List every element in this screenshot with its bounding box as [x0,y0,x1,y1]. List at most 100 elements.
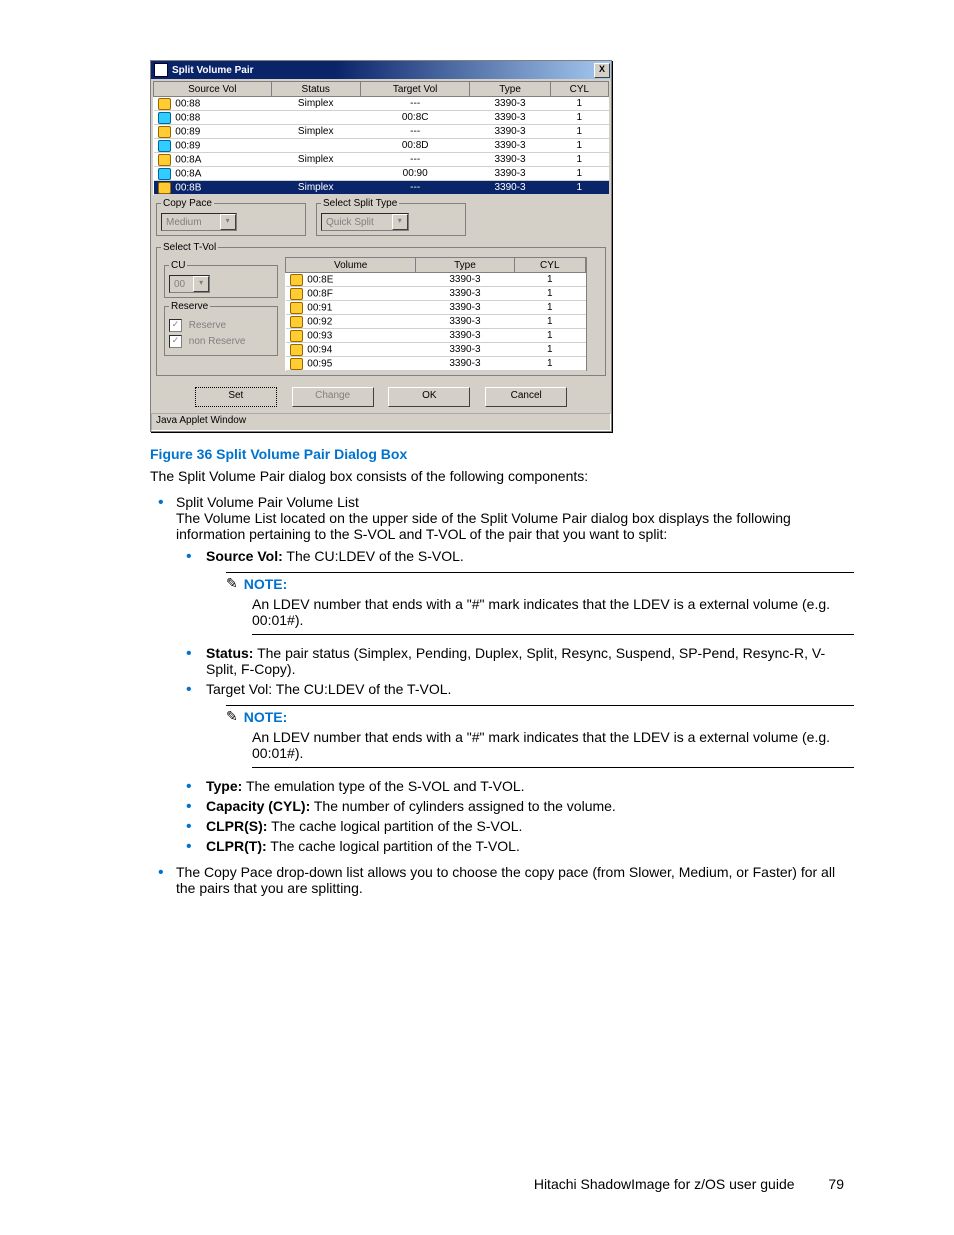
note-text: An LDEV number that ends with a "#" mark… [252,596,854,635]
nonreserve-checkbox[interactable]: ✓ non Reserve [169,335,273,348]
volume-icon [158,154,171,166]
field-text: Target Vol: The CU:LDEV of the T-VOL. [206,681,451,697]
table-row[interactable]: 00:8ASimplex---3390-31 [154,153,609,167]
figure-caption: Figure 36 Split Volume Pair Dialog Box [150,446,854,462]
column-header[interactable]: CYL [550,82,608,97]
table-row[interactable]: 00:8F3390-31 [286,287,586,301]
column-header[interactable]: Status [271,82,360,97]
table-row[interactable]: 00:88Simplex---3390-31 [154,97,609,111]
bullet-line: Split Volume Pair Volume List [176,494,359,510]
column-header[interactable]: Volume [286,258,416,273]
table-row[interactable]: 00:8BSimplex---3390-31 [154,181,609,195]
volume-icon [290,330,303,342]
dialog-title: Split Volume Pair [172,65,254,76]
field-label: Status: [206,645,253,661]
volume-icon [290,316,303,328]
bullet-line: The Volume List located on the upper sid… [176,510,791,542]
reserve-label: Reserve [189,320,226,331]
note-box: ✎ NOTE: An LDEV number that ends with a … [226,572,854,635]
reserve-group: Reserve ✓ Reserve ✓ non Reserve [164,301,278,356]
select-tvol-legend: Select T-Vol [161,242,218,253]
volume-pair-table[interactable]: Source VolStatusTarget VolTypeCYL 00:88S… [153,81,609,195]
column-header[interactable]: Type [416,258,514,273]
footer-text: Hitachi ShadowImage for z/OS user guide [534,1176,795,1192]
list-item: Target Vol: The CU:LDEV of the T-VOL. [202,681,854,697]
checkbox-icon: ✓ [169,319,182,332]
column-header[interactable]: CYL [514,258,585,273]
list-item: Split Volume Pair Volume List The Volume… [176,494,854,854]
copy-pace-legend: Copy Pace [161,198,214,209]
field-label: Source Vol: [206,548,283,564]
intro-text: The Split Volume Pair dialog box consist… [150,468,854,484]
copy-pace-dropdown[interactable]: Medium ▾ [161,213,237,231]
list-item: Capacity (CYL): The number of cylinders … [202,798,854,814]
change-button[interactable]: Change [292,387,374,407]
volume-icon [158,126,171,138]
note-icon: ✎ [226,575,238,592]
split-type-dropdown[interactable]: Quick Split ▾ [321,213,409,231]
page-footer: Hitachi ShadowImage for z/OS user guide … [150,1176,854,1192]
dialog-app-icon [154,63,168,77]
field-label: CLPR(S): [206,818,267,834]
volume-icon [290,344,303,356]
dialog-button-row: Set Change OK Cancel [153,379,609,411]
table-row[interactable]: 00:913390-31 [286,301,586,315]
reserve-checkbox[interactable]: ✓ Reserve [169,319,273,332]
volume-icon [158,112,171,124]
cu-value: 00 [174,279,185,290]
list-item: Status: The pair status (Simplex, Pendin… [202,645,854,677]
table-row[interactable]: 00:8900:8D3390-31 [154,139,609,153]
ok-button[interactable]: OK [388,387,470,407]
chevron-down-icon: ▾ [220,214,236,230]
page-number: 79 [828,1176,844,1192]
volume-icon [290,274,303,286]
cu-group: CU 00 ▾ [164,260,278,298]
column-header[interactable]: Type [470,82,550,97]
split-type-value: Quick Split [326,217,374,228]
volume-icon [290,302,303,314]
table-row[interactable]: 00:8E3390-31 [286,273,586,287]
cu-legend: CU [169,260,187,271]
table-row[interactable]: 00:943390-31 [286,343,586,357]
volume-icon [158,140,171,152]
bullet-line: The Copy Pace drop-down list allows you … [176,864,835,896]
split-type-group: Select Split Type Quick Split ▾ [316,198,466,236]
copy-pace-value: Medium [166,217,202,228]
column-header[interactable]: Target Vol [360,82,470,97]
note-icon: ✎ [226,708,238,725]
split-volume-pair-dialog: Split Volume Pair X Source VolStatusTarg… [150,60,612,432]
note-text: An LDEV number that ends with a "#" mark… [252,729,854,768]
statusbar: Java Applet Window [151,413,611,431]
chevron-down-icon: ▾ [193,276,209,292]
cu-dropdown[interactable]: 00 ▾ [169,275,210,293]
field-text: The pair status (Simplex, Pending, Duple… [206,645,825,677]
field-text: The cache logical partition of the S-VOL… [271,818,522,834]
dialog-titlebar[interactable]: Split Volume Pair X [151,61,611,79]
cancel-button[interactable]: Cancel [485,387,567,407]
volume-icon [290,288,303,300]
copy-pace-group: Copy Pace Medium ▾ [156,198,306,236]
close-icon[interactable]: X [594,63,610,78]
column-header[interactable]: Source Vol [154,82,272,97]
table-row[interactable]: 00:89Simplex---3390-31 [154,125,609,139]
note-label: NOTE: [244,709,288,725]
field-text: The emulation type of the S-VOL and T-VO… [246,778,525,794]
chevron-down-icon: ▾ [392,214,408,230]
note-label: NOTE: [244,576,288,592]
scrollbar[interactable] [586,257,601,371]
set-button[interactable]: Set [195,387,277,407]
field-text: The CU:LDEV of the S-VOL. [286,548,463,564]
field-label: CLPR(T): [206,838,267,854]
table-row[interactable]: 00:8800:8C3390-31 [154,111,609,125]
list-item: CLPR(T): The cache logical partition of … [202,838,854,854]
tvol-table[interactable]: VolumeTypeCYL 00:8E3390-31 00:8F3390-31 … [285,257,586,371]
field-text: The cache logical partition of the T-VOL… [270,838,520,854]
nonreserve-label: non Reserve [189,336,246,347]
table-row[interactable]: 00:953390-31 [286,357,586,371]
select-tvol-group: Select T-Vol CU 00 ▾ Reserve [156,242,606,376]
field-label: Type: [206,778,242,794]
table-row[interactable]: 00:8A00:903390-31 [154,167,609,181]
table-row[interactable]: 00:923390-31 [286,315,586,329]
split-type-legend: Select Split Type [321,198,399,209]
table-row[interactable]: 00:933390-31 [286,329,586,343]
